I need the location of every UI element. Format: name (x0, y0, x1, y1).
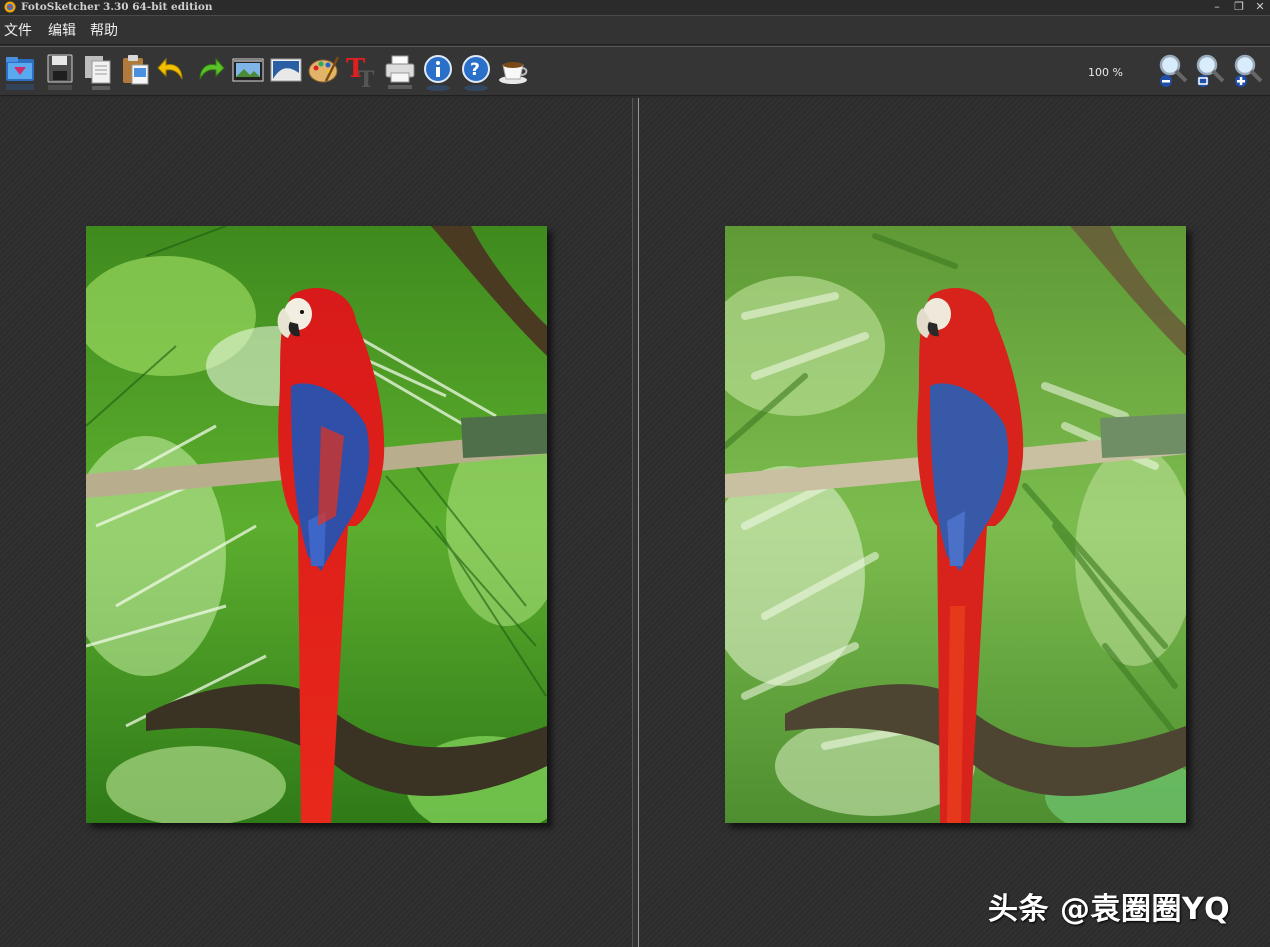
save-button[interactable] (44, 53, 76, 93)
palette-icon (308, 56, 340, 83)
result-image-panel[interactable] (639, 98, 1270, 947)
watermark-text: 头条 @袁圈圈YQ (988, 892, 1231, 927)
menu-help[interactable]: 帮助 (90, 22, 118, 40)
app-logo-icon (4, 1, 16, 13)
original-image-panel[interactable] (0, 98, 632, 947)
zoom-reset-icon (1196, 54, 1225, 87)
open-folder-icon (6, 57, 34, 90)
undo-button[interactable] (156, 53, 188, 93)
zoom-in-button[interactable] (1232, 53, 1264, 93)
zoom-out-button[interactable] (1157, 53, 1189, 93)
svg-text:?: ? (470, 60, 480, 80)
painted-parrot-photo (725, 226, 1186, 823)
redo-button[interactable] (194, 53, 226, 93)
coffee-cup-icon (499, 62, 528, 84)
menu-edit[interactable]: 编辑 (48, 22, 76, 40)
paste-icon (123, 55, 149, 85)
film-strip-icon (232, 58, 264, 82)
zoom-reset-button[interactable] (1194, 53, 1226, 93)
title-bar: FotoSketcher 3.30 64-bit edition – ❐ ✕ (0, 0, 1270, 15)
picture-icon (270, 58, 302, 82)
text-tool-icon: T T (346, 54, 375, 93)
original-parrot-photo (86, 226, 547, 823)
zoom-out-icon (1159, 54, 1188, 87)
info-icon (424, 55, 452, 91)
help-icon: ? (462, 55, 490, 91)
effects-button[interactable] (308, 53, 340, 93)
menu-file[interactable]: 文件 (4, 22, 32, 40)
zoom-level-label: 100 % (1088, 66, 1123, 79)
printer-icon (385, 55, 415, 89)
splitter[interactable] (632, 98, 639, 947)
copy-icon (85, 56, 111, 90)
about-button[interactable] (422, 53, 454, 93)
minimize-button[interactable]: – (1207, 0, 1227, 15)
zoom-in-icon (1234, 54, 1263, 87)
svg-text:T: T (358, 67, 375, 93)
toolbar: T T ? 100 % (0, 46, 1270, 96)
text-button[interactable]: T T (346, 53, 378, 93)
menu-bar: 文件 编辑 帮助 (0, 15, 1270, 45)
restore-button[interactable]: ❐ (1229, 0, 1249, 15)
copy-button[interactable] (82, 53, 114, 93)
donate-button[interactable] (498, 53, 530, 93)
save-floppy-icon (47, 54, 73, 90)
print-button[interactable] (384, 53, 416, 93)
window-title: FotoSketcher 3.30 64-bit edition (21, 1, 213, 13)
help-button[interactable]: ? (460, 53, 492, 93)
paste-button[interactable] (120, 53, 152, 93)
close-button[interactable]: ✕ (1250, 0, 1270, 15)
redo-icon (199, 57, 225, 80)
batch-button[interactable] (232, 53, 264, 93)
undo-icon (157, 57, 183, 80)
picture-button[interactable] (270, 53, 302, 93)
fotosketcher-window: FotoSketcher 3.30 64-bit edition – ❐ ✕ 文… (0, 0, 1270, 947)
open-button[interactable] (4, 53, 36, 93)
